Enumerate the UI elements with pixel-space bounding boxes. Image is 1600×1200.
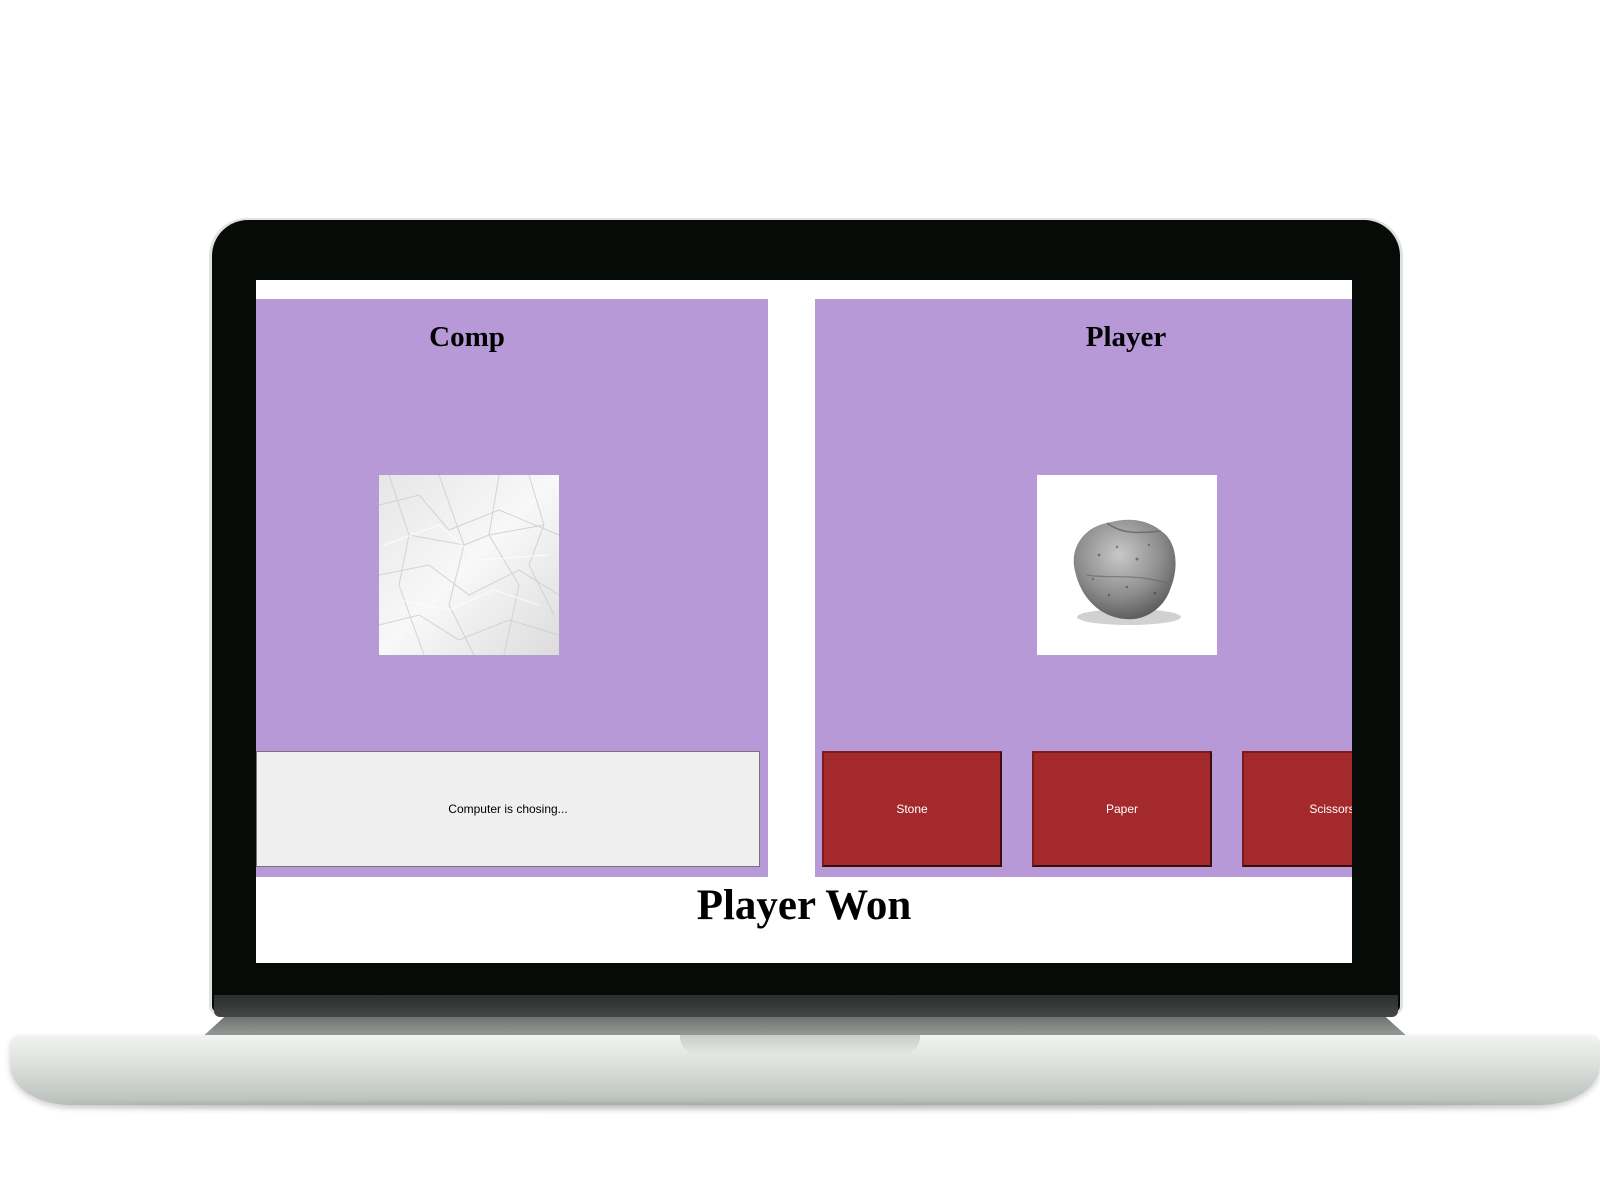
comp-choice-paper-image [379,475,559,655]
laptop-lid-notch [680,1035,920,1055]
stone-button[interactable]: Stone [822,751,1002,867]
player-panel: Player Stone Paper Scissors [815,299,1352,877]
comp-panel: Comp Computer is chosing... [256,299,768,877]
paper-button[interactable]: Paper [1032,751,1212,867]
player-choice-stone-image [1037,475,1217,655]
laptop-hinge [214,995,1398,1017]
comp-title: Comp [429,321,505,353]
player-title: Player [1085,321,1167,353]
scissors-button[interactable]: Scissors [1242,751,1352,867]
laptop-shadow [60,1102,1550,1110]
computer-status: Computer is chosing... [256,751,760,867]
browser-viewport: Comp Computer is chosing... Player Stone… [256,280,1352,963]
game-result: Player Won [696,882,912,929]
